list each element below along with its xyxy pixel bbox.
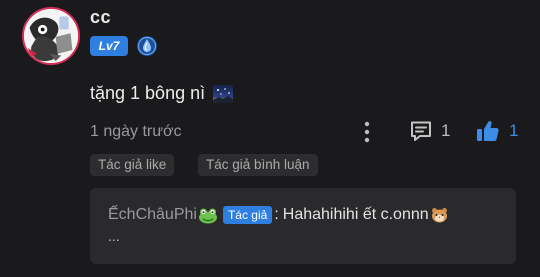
reply-count: 1 <box>441 121 451 140</box>
tag-author-liked[interactable]: Tác giả like <box>90 154 175 176</box>
reply-line: ẾchChâuPhi Tác giả : Hahahihihi ết c.onn… <box>108 206 498 224</box>
reply-more-ellipsis[interactable]: ... <box>108 228 498 244</box>
comment-timestamp: 1 ngày trước <box>90 123 182 140</box>
like-button[interactable]: 1 <box>475 118 518 144</box>
comment-bubble-icon <box>411 121 431 141</box>
comment-item: cc Lv7 tặng 1 bông nì 1 ngày trước 1 1 T… <box>0 0 540 277</box>
night-sky-emoji-icon <box>213 84 234 103</box>
hamster-emoji-icon <box>431 208 447 223</box>
droplet-shield-icon <box>137 36 157 56</box>
author-badge: Tác giả <box>222 206 273 224</box>
level-badge: Lv7 <box>90 36 128 56</box>
reply-text: Hahahihihi ết c.onnn <box>282 206 429 223</box>
frog-emoji-icon <box>198 208 217 223</box>
reply-author[interactable]: ẾchChâuPhi <box>108 206 197 224</box>
more-options-icon[interactable] <box>357 120 377 144</box>
comment-content: tặng 1 bông nì <box>90 83 234 104</box>
username[interactable]: cc <box>90 7 111 28</box>
tag-author-replied[interactable]: Tác giả bình luận <box>198 154 318 176</box>
thumbs-up-icon <box>477 121 499 141</box>
reply-separator: : <box>274 206 279 223</box>
like-count: 1 <box>509 121 519 140</box>
reply-preview[interactable]: ẾchChâuPhi Tác giả : Hahahihihi ết c.onn… <box>90 188 516 264</box>
reply-button[interactable]: 1 <box>409 119 450 143</box>
avatar[interactable] <box>22 7 80 65</box>
avatar-image <box>24 9 78 63</box>
comment-text: tặng 1 bông nì <box>90 83 206 103</box>
